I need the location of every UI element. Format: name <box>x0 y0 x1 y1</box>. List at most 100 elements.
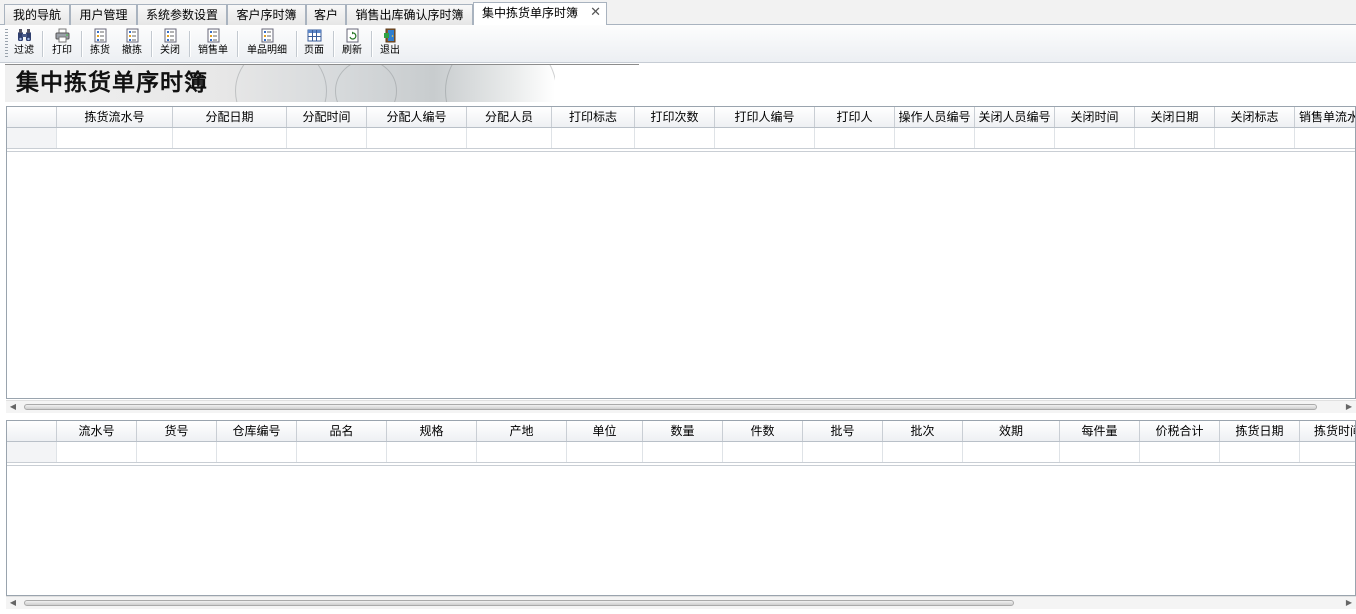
table-cell[interactable] <box>723 442 803 462</box>
pick-button[interactable]: 拣货 <box>88 27 112 60</box>
item-detail-label: 单品明细 <box>247 45 287 56</box>
table-cell[interactable] <box>1060 442 1140 462</box>
table-cell[interactable] <box>57 442 137 462</box>
column-header[interactable]: 规格 <box>387 421 477 441</box>
column-header[interactable]: 关闭日期 <box>1135 107 1215 127</box>
column-header[interactable]: 货号 <box>137 421 217 441</box>
column-header[interactable]: 拣货流水号 <box>57 107 173 127</box>
column-header[interactable]: 品名 <box>297 421 387 441</box>
sales-order-label: 销售单 <box>198 45 228 56</box>
print-button[interactable]: 打印 <box>50 27 74 60</box>
table-cell[interactable] <box>895 128 975 148</box>
column-header[interactable]: 打印人编号 <box>715 107 815 127</box>
tab-customer[interactable]: 客户 <box>306 4 346 25</box>
page-button[interactable]: 页面 <box>302 27 326 60</box>
refresh-label: 刷新 <box>342 45 362 56</box>
table-cell[interactable] <box>1220 442 1300 462</box>
detail-horizontal-scrollbar[interactable]: ◀ ▶ <box>6 596 1356 609</box>
column-header[interactable]: 分配时间 <box>287 107 367 127</box>
table-cell[interactable] <box>883 442 963 462</box>
master-grid[interactable]: 拣货流水号 分配日期 分配时间 分配人编号 分配人员 打印标志 打印次数 打印人… <box>6 106 1356 399</box>
column-header[interactable]: 关闭时间 <box>1055 107 1135 127</box>
row-header[interactable] <box>7 442 57 462</box>
table-cell[interactable] <box>1215 128 1295 148</box>
row-header[interactable] <box>7 128 57 148</box>
close-button[interactable]: 关闭 <box>158 27 182 60</box>
item-detail-button[interactable]: 单品明细 <box>244 27 290 60</box>
table-row[interactable] <box>7 128 1355 149</box>
column-header[interactable]: 分配日期 <box>173 107 287 127</box>
toolbar-separator <box>333 31 335 57</box>
column-header[interactable]: 打印人 <box>815 107 895 127</box>
column-header[interactable]: 拣货时间 <box>1300 421 1355 441</box>
tab-sales-outbound-ledger[interactable]: 销售出库确认序时簿 <box>346 4 473 25</box>
column-header[interactable]: 仓库编号 <box>217 421 297 441</box>
table-cell[interactable] <box>803 442 883 462</box>
table-cell[interactable] <box>1300 442 1355 462</box>
table-cell[interactable] <box>1135 128 1215 148</box>
table-cell[interactable] <box>1295 128 1355 148</box>
column-header[interactable]: 销售单流水 <box>1295 107 1355 127</box>
table-cell[interactable] <box>137 442 217 462</box>
table-cell[interactable] <box>635 128 715 148</box>
column-header[interactable]: 分配人编号 <box>367 107 467 127</box>
column-header[interactable]: 单位 <box>567 421 643 441</box>
table-cell[interactable] <box>217 442 297 462</box>
column-header[interactable]: 分配人员 <box>467 107 552 127</box>
column-header[interactable]: 打印次数 <box>635 107 715 127</box>
column-header[interactable]: 数量 <box>643 421 723 441</box>
close-icon[interactable]: ✕ <box>590 3 601 23</box>
table-cell[interactable] <box>815 128 895 148</box>
table-cell[interactable] <box>1055 128 1135 148</box>
tab-my-navigation[interactable]: 我的导航 <box>4 4 70 25</box>
column-header[interactable]: 打印标志 <box>552 107 635 127</box>
table-cell[interactable] <box>467 128 552 148</box>
column-header[interactable]: 拣货日期 <box>1220 421 1300 441</box>
column-header[interactable]: 效期 <box>963 421 1060 441</box>
column-header[interactable]: 批次 <box>883 421 963 441</box>
exit-button[interactable]: 退出 <box>378 27 402 60</box>
table-cell[interactable] <box>57 128 173 148</box>
scrollbar-thumb[interactable] <box>24 404 1317 410</box>
table-cell[interactable] <box>643 442 723 462</box>
tab-picking-ledger[interactable]: 集中拣货单序时簿 ✕ <box>473 2 607 26</box>
table-row[interactable] <box>7 442 1355 463</box>
table-cell[interactable] <box>552 128 635 148</box>
scroll-left-icon[interactable]: ◀ <box>6 597 20 609</box>
column-header[interactable]: 产地 <box>477 421 567 441</box>
table-cell[interactable] <box>715 128 815 148</box>
column-header[interactable]: 批号 <box>803 421 883 441</box>
table-cell[interactable] <box>173 128 287 148</box>
sales-order-button[interactable]: 销售单 <box>195 27 231 60</box>
table-cell[interactable] <box>1140 442 1220 462</box>
refresh-document-icon <box>346 28 358 43</box>
column-header[interactable]: 流水号 <box>57 421 137 441</box>
table-cell[interactable] <box>975 128 1055 148</box>
tab-system-params[interactable]: 系统参数设置 <box>137 4 227 25</box>
column-header[interactable]: 每件量 <box>1060 421 1140 441</box>
scroll-right-icon[interactable]: ▶ <box>1342 597 1356 609</box>
table-cell[interactable] <box>567 442 643 462</box>
table-cell[interactable] <box>287 128 367 148</box>
column-header[interactable]: 关闭人员编号 <box>975 107 1055 127</box>
tab-customer-ledger[interactable]: 客户序时簿 <box>227 4 306 25</box>
column-header[interactable]: 价税合计 <box>1140 421 1220 441</box>
scrollbar-thumb[interactable] <box>24 600 1014 606</box>
table-cell[interactable] <box>477 442 567 462</box>
table-cell[interactable] <box>367 128 467 148</box>
detail-grid[interactable]: 流水号 货号 仓库编号 品名 规格 产地 单位 数量 件数 批号 批次 效期 每… <box>6 420 1356 596</box>
undo-pick-button[interactable]: 撤拣 <box>120 27 144 60</box>
toolbar-grip[interactable] <box>5 29 8 57</box>
column-header[interactable]: 件数 <box>723 421 803 441</box>
table-cell[interactable] <box>963 442 1060 462</box>
scroll-right-icon[interactable]: ▶ <box>1342 401 1356 413</box>
table-cell[interactable] <box>297 442 387 462</box>
refresh-button[interactable]: 刷新 <box>340 27 364 60</box>
filter-button[interactable]: 过滤 <box>12 27 36 60</box>
table-cell[interactable] <box>387 442 477 462</box>
column-header[interactable]: 操作人员编号 <box>895 107 975 127</box>
column-header[interactable]: 关闭标志 <box>1215 107 1295 127</box>
scroll-left-icon[interactable]: ◀ <box>6 401 20 413</box>
master-horizontal-scrollbar[interactable]: ◀ ▶ <box>6 400 1356 413</box>
tab-user-management[interactable]: 用户管理 <box>70 4 137 25</box>
